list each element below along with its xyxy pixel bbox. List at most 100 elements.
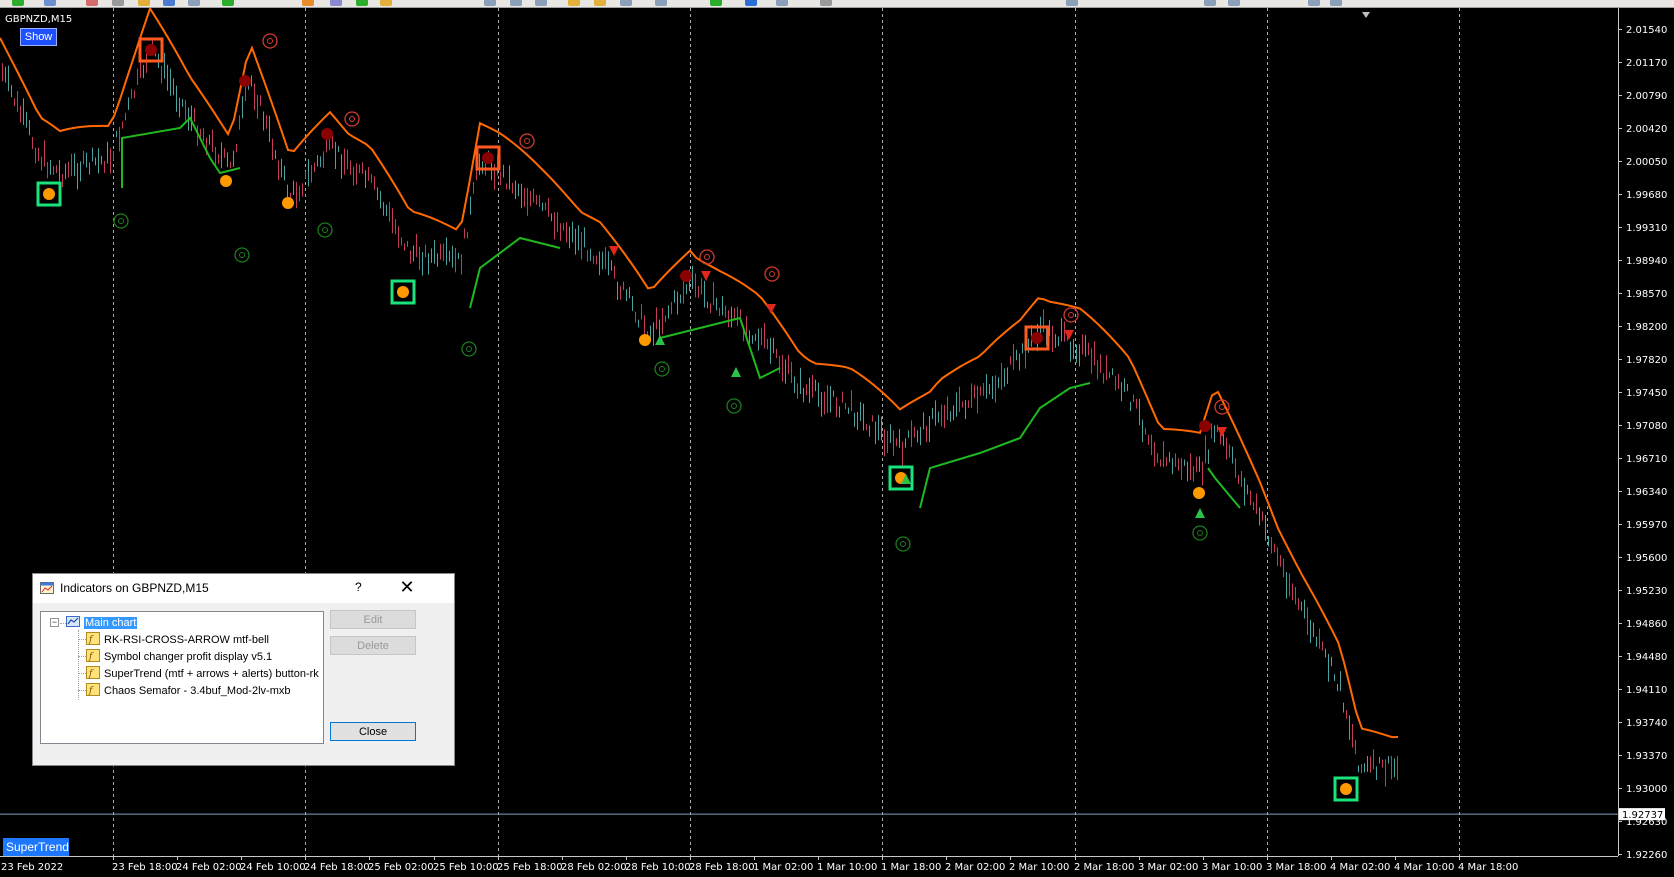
- time-label: 1 Mar 18:00: [881, 862, 941, 873]
- collapse-icon[interactable]: −: [50, 618, 59, 627]
- tree-item[interactable]: Chaos Semafor - 3.4buf_Mod-2lv-mxb: [104, 683, 290, 699]
- favorites-icon[interactable]: [138, 0, 150, 6]
- semafor-level-dot: [1193, 487, 1205, 499]
- semafor-outline-marker: [519, 133, 535, 149]
- semafor-level-dot: [282, 197, 294, 209]
- price-label: 1.94480: [1626, 652, 1667, 663]
- channel-icon[interactable]: [510, 0, 522, 6]
- semafor-low-dot: [1340, 783, 1352, 795]
- semafor-level-dot: [321, 128, 333, 140]
- semafor-outline-center: [769, 271, 775, 277]
- sell-arrow: [1064, 330, 1074, 340]
- price-label: 2.01540: [1626, 25, 1667, 36]
- line-icon[interactable]: [484, 0, 496, 6]
- semafor-level-dot: [220, 175, 232, 187]
- current-price-label: 1.92737: [1622, 810, 1663, 821]
- toolbar: [0, 0, 1674, 8]
- semafor-outline-center: [466, 346, 472, 352]
- period-icon[interactable]: [655, 0, 667, 6]
- price-label: 1.98940: [1626, 256, 1667, 267]
- time-label: 28 Feb 10:00: [625, 862, 691, 873]
- semafor-high-dot: [145, 44, 157, 56]
- semafor-level-dot: [639, 334, 651, 346]
- price-label: 1.95600: [1626, 553, 1667, 564]
- terminal-icon[interactable]: [330, 0, 342, 6]
- time-label: 3 Mar 02:00: [1138, 862, 1198, 873]
- semafor-high-dot: [482, 152, 494, 164]
- price-label: 1.97080: [1626, 421, 1667, 432]
- tree-item[interactable]: SuperTrend (mtf + arrows + alerts) butto…: [104, 666, 319, 682]
- semafor-outline-marker: [764, 266, 780, 282]
- semafor-outline-marker: [461, 341, 477, 357]
- chart-bars-icon[interactable]: [86, 0, 98, 6]
- indicators-dialog: Indicators on GBPNZD,M15 ? ✕ − Main char…: [32, 573, 455, 766]
- indicator-add-icon[interactable]: [710, 0, 722, 6]
- crosshair-icon[interactable]: [112, 0, 124, 6]
- show-button[interactable]: Show: [20, 28, 57, 46]
- symbol-label: GBPNZD,M15: [5, 14, 73, 25]
- shapes-icon[interactable]: [1330, 0, 1342, 6]
- navigator-icon[interactable]: [356, 0, 368, 6]
- time-label: 23 Feb 18:00: [112, 862, 178, 873]
- arrow-icon[interactable]: [1308, 0, 1320, 6]
- timeframe-icon[interactable]: [820, 0, 832, 6]
- supertrend-button[interactable]: SuperTrend: [3, 838, 69, 856]
- close-icon[interactable]: ✕: [398, 576, 416, 598]
- search-icon[interactable]: [1066, 0, 1078, 6]
- time-label: 28 Feb 02:00: [561, 862, 627, 873]
- sell-arrow: [766, 304, 776, 314]
- price-label: 2.00790: [1626, 91, 1667, 102]
- tree-item[interactable]: Symbol changer profit display v5.1: [104, 649, 272, 665]
- price-label: 2.00420: [1626, 124, 1667, 135]
- price-label: 1.95970: [1626, 520, 1667, 531]
- semafor-outline-marker: [317, 222, 333, 238]
- zoom-icon[interactable]: [188, 0, 200, 6]
- market-watch-icon[interactable]: [380, 0, 392, 6]
- grid-icon[interactable]: [620, 0, 632, 6]
- indicator-tree[interactable]: − Main chart f RK-RSI-CROSS-ARROW mtf-be…: [40, 611, 324, 744]
- semafor-outline-center: [1068, 312, 1074, 318]
- semafor-outline-center: [704, 254, 710, 260]
- semafor-outline-marker: [895, 536, 911, 552]
- close-button[interactable]: Close: [330, 722, 416, 741]
- time-label: 24 Feb 10:00: [240, 862, 306, 873]
- globe-icon[interactable]: [745, 0, 757, 6]
- window-icon[interactable]: [163, 0, 175, 6]
- hline-icon[interactable]: [594, 0, 606, 6]
- price-label: 2.00050: [1626, 157, 1667, 168]
- price-label: 1.96710: [1626, 454, 1667, 465]
- semafor-outline-marker: [262, 33, 278, 49]
- time-label: 25 Feb 18:00: [497, 862, 563, 873]
- cursor-icon[interactable]: [568, 0, 580, 6]
- tree-root-main-chart[interactable]: Main chart: [84, 615, 138, 631]
- time-label: 25 Feb 02:00: [368, 862, 434, 873]
- price-label: 1.96340: [1626, 487, 1667, 498]
- delete-button[interactable]: Delete: [330, 636, 416, 655]
- template-icon[interactable]: [776, 0, 788, 6]
- supertrend-line-up: [919, 382, 1091, 509]
- tree-item[interactable]: RK-RSI-CROSS-ARROW mtf-bell: [104, 632, 269, 648]
- save-icon[interactable]: [44, 0, 56, 6]
- price-label: 1.98200: [1626, 322, 1667, 333]
- label-icon[interactable]: [1228, 0, 1240, 6]
- time-label: 28 Feb 18:00: [689, 862, 755, 873]
- chart-shift-marker: [1362, 12, 1370, 18]
- help-button[interactable]: ?: [355, 580, 367, 594]
- autotrading-icon[interactable]: [302, 0, 314, 6]
- price-chart[interactable]: 23 Feb 2022 23 Feb 18:00 24 Feb 02:00 24 Fe…: [0, 8, 1674, 877]
- supertrend-line-up: [469, 236, 561, 309]
- semafor-outline-marker: [699, 249, 715, 265]
- sell-arrow: [609, 246, 619, 256]
- semafor-outline-marker: [654, 361, 670, 377]
- supertrend-line-up: [659, 316, 781, 380]
- semafor-outline-center: [349, 116, 355, 122]
- custom-indicator-icon: f: [86, 683, 100, 696]
- new-order-icon[interactable]: [12, 0, 24, 6]
- price-label: 1.99680: [1626, 190, 1667, 201]
- text-icon[interactable]: [1204, 0, 1216, 6]
- add-icon[interactable]: [222, 0, 234, 6]
- edit-button[interactable]: Edit: [330, 610, 416, 629]
- dialog-titlebar[interactable]: Indicators on GBPNZD,M15 ? ✕: [33, 574, 454, 603]
- price-label: 1.94860: [1626, 619, 1667, 630]
- fibo-icon[interactable]: [535, 0, 547, 6]
